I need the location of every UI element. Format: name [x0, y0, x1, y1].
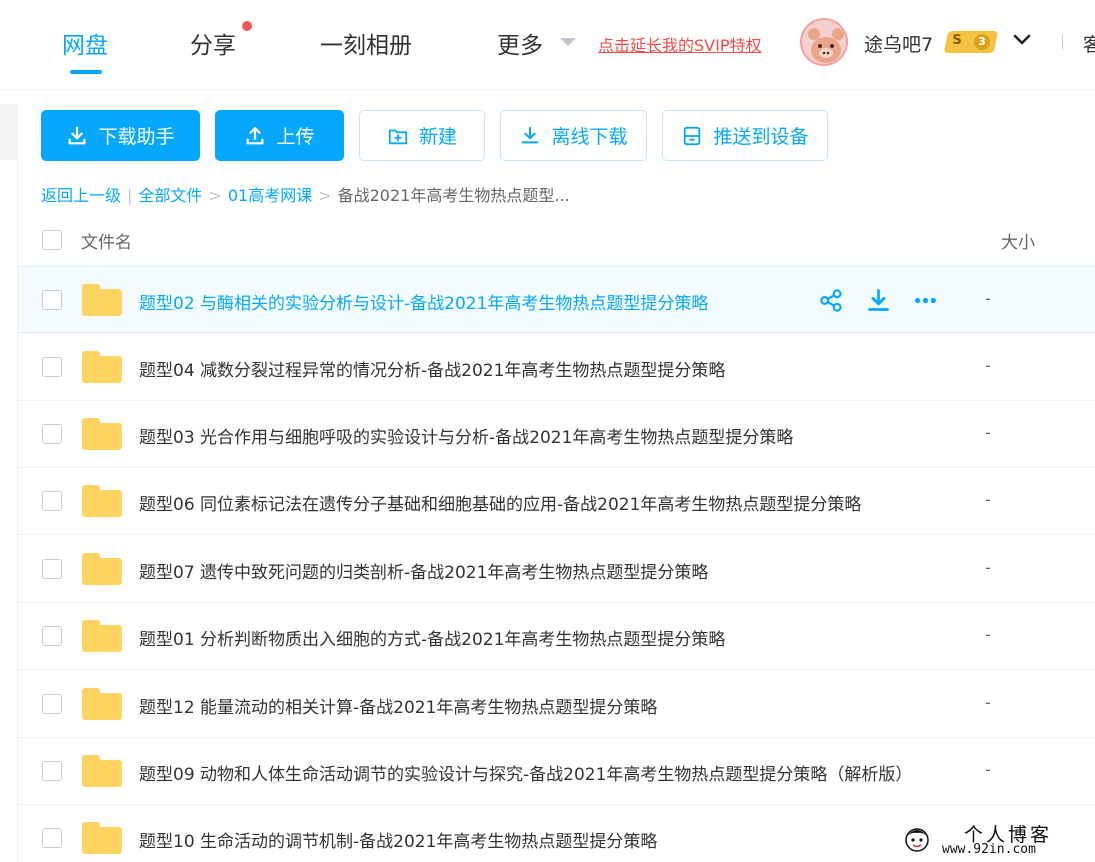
row-checkbox[interactable]: [42, 761, 62, 781]
breadcrumb-pipe: |: [127, 186, 133, 205]
blog-watermark: 个人博客 www.92in.com: [902, 820, 1095, 862]
row-actions: [818, 287, 939, 315]
nav-tab-share[interactable]: 分享: [190, 26, 236, 60]
row-checkbox[interactable]: [42, 828, 62, 848]
breadcrumb-folder[interactable]: 01高考网课: [228, 186, 312, 205]
file-size: -: [985, 356, 991, 375]
file-size: -: [985, 289, 991, 308]
folder-icon: [82, 418, 122, 450]
upload-label: 上传: [276, 126, 315, 148]
offline-download-icon: [522, 126, 539, 143]
pig-avatar-icon: [802, 20, 846, 64]
folder-icon: [82, 688, 122, 720]
avatar[interactable]: [800, 18, 848, 66]
push-to-device-label: 推送到设备: [713, 126, 809, 148]
svip-level: 3: [974, 34, 990, 50]
file-size: -: [985, 760, 991, 779]
row-checkbox[interactable]: [42, 424, 62, 444]
table-row[interactable]: 题型12 能量流动的相关计算-备战2021年高考生物热点题型提分策略 -: [18, 671, 1095, 738]
file-table-header: 文件名 大小: [18, 210, 1095, 266]
breadcrumb-arrow-icon: >: [208, 186, 222, 205]
folder-icon: [82, 351, 122, 383]
table-row[interactable]: 题型01 分析判断物质出入细胞的方式-备战2021年高考生物热点题型提分策略 -: [18, 603, 1095, 670]
column-header-name[interactable]: 文件名: [81, 228, 132, 253]
username[interactable]: 途乌吧7: [864, 30, 933, 57]
new-folder-button[interactable]: 新建: [359, 110, 485, 161]
file-name[interactable]: 题型09 动物和人体生命活动调节的实验设计与探究-备战2021年高考生物热点题型…: [139, 760, 912, 785]
upload-button[interactable]: 上传: [215, 110, 344, 161]
folder-icon: [82, 822, 122, 854]
file-size: -: [985, 625, 991, 644]
nav-tab-netdisk[interactable]: 网盘: [62, 26, 108, 60]
table-row[interactable]: 题型07 遗传中致死问题的归类剖析-备战2021年高考生物热点题型提分策略 -: [18, 536, 1095, 603]
select-all-checkbox[interactable]: [42, 230, 62, 250]
push-to-device-button[interactable]: 推送到设备: [662, 110, 828, 161]
active-tab-indicator: [70, 70, 102, 74]
folder-icon: [82, 553, 122, 585]
file-name[interactable]: 题型01 分析判断物质出入细胞的方式-备战2021年高考生物热点题型提分策略: [139, 625, 725, 650]
breadcrumb-all-files[interactable]: 全部文件: [138, 186, 202, 205]
row-checkbox[interactable]: [42, 694, 62, 714]
new-folder-icon: [388, 129, 408, 144]
svip-level-badge: S 3: [943, 31, 999, 53]
file-name[interactable]: 题型07 遗传中致死问题的归类剖析-备战2021年高考生物热点题型提分策略: [139, 558, 708, 583]
download-helper-label: 下载助手: [98, 126, 175, 148]
file-name[interactable]: 题型12 能量流动的相关计算-备战2021年高考生物热点题型提分策略: [139, 693, 657, 718]
breadcrumb-back[interactable]: 返回上一级: [41, 186, 121, 205]
table-row[interactable]: 题型02 与酶相关的实验分析与设计-备战2021年高考生物热点题型提分策略 -: [18, 266, 1095, 333]
offline-download-label: 离线下载: [551, 126, 628, 148]
new-folder-label: 新建: [418, 126, 457, 148]
download-icon: [69, 126, 86, 144]
more-options-icon[interactable]: [912, 287, 939, 314]
cartoon-face-icon: [905, 828, 929, 852]
offline-download-button[interactable]: 离线下载: [500, 110, 647, 161]
table-row[interactable]: 题型03 光合作用与细胞呼吸的实验设计与分析-备战2021年高考生物热点题型提分…: [18, 401, 1095, 468]
svip-extend-link[interactable]: 点击延长我的SVIP特权: [598, 32, 761, 56]
folder-icon: [82, 755, 122, 787]
caret-down-icon[interactable]: [560, 38, 576, 46]
nav-tab-more[interactable]: 更多: [497, 26, 543, 60]
table-row[interactable]: 题型04 减数分裂过程异常的情况分析-备战2021年高考生物热点题型提分策略 -: [18, 334, 1095, 401]
file-size: -: [985, 490, 991, 509]
file-name[interactable]: 题型04 减数分裂过程异常的情况分析-备战2021年高考生物热点题型提分策略: [139, 356, 725, 381]
folder-icon: [82, 620, 122, 652]
chevron-down-icon[interactable]: [1012, 30, 1032, 50]
file-size: -: [985, 693, 991, 712]
table-row[interactable]: 题型06 同位素标记法在遗传分子基础和细胞基础的应用-备战2021年高考生物热点…: [18, 468, 1095, 535]
watermark-url: www.92in.com: [942, 842, 1036, 857]
row-checkbox[interactable]: [42, 357, 62, 377]
breadcrumb-arrow-icon: >: [318, 186, 332, 205]
folder-icon: [82, 284, 122, 316]
notification-dot: [242, 21, 252, 31]
device-icon: [684, 126, 701, 145]
file-name[interactable]: 题型02 与酶相关的实验分析与设计-备战2021年高考生物热点题型提分策略: [139, 289, 708, 314]
file-name[interactable]: 题型06 同位素标记法在遗传分子基础和细胞基础的应用-备战2021年高考生物热点…: [139, 490, 861, 515]
share-icon[interactable]: [818, 287, 845, 314]
top-nav-bar: 网盘 分享 一刻相册 更多 点击延长我的SVIP特权 途乌吧7 S 3 客: [0, 0, 1095, 90]
file-name[interactable]: 题型10 生命活动的调节机制-备战2021年高考生物热点题型提分策略: [139, 827, 657, 852]
svip-symbol: S: [952, 33, 962, 48]
column-header-size[interactable]: 大小: [1001, 228, 1035, 253]
nav-divider: [1062, 34, 1063, 50]
download-icon[interactable]: [865, 287, 892, 314]
download-helper-button[interactable]: 下载助手: [41, 110, 200, 161]
row-checkbox[interactable]: [42, 491, 62, 511]
row-checkbox[interactable]: [42, 290, 62, 310]
nav-tab-album[interactable]: 一刻相册: [320, 26, 412, 60]
table-row[interactable]: 题型09 动物和人体生命活动调节的实验设计与探究-备战2021年高考生物热点题型…: [18, 738, 1095, 805]
row-checkbox[interactable]: [42, 626, 62, 646]
upload-icon: [247, 126, 264, 144]
file-name[interactable]: 题型03 光合作用与细胞呼吸的实验设计与分析-备战2021年高考生物热点题型提分…: [139, 423, 793, 448]
nav-cutoff-item[interactable]: 客: [1083, 30, 1095, 57]
sidebar-edge: [0, 104, 18, 160]
breadcrumb: 返回上一级 | 全部文件 >01高考网课 > 备战2021年高考生物热点题型...: [41, 182, 570, 206]
file-size: -: [985, 558, 991, 577]
file-size: -: [985, 423, 991, 442]
folder-icon: [82, 485, 122, 517]
breadcrumb-current: 备战2021年高考生物热点题型...: [337, 186, 570, 205]
row-checkbox[interactable]: [42, 559, 62, 579]
